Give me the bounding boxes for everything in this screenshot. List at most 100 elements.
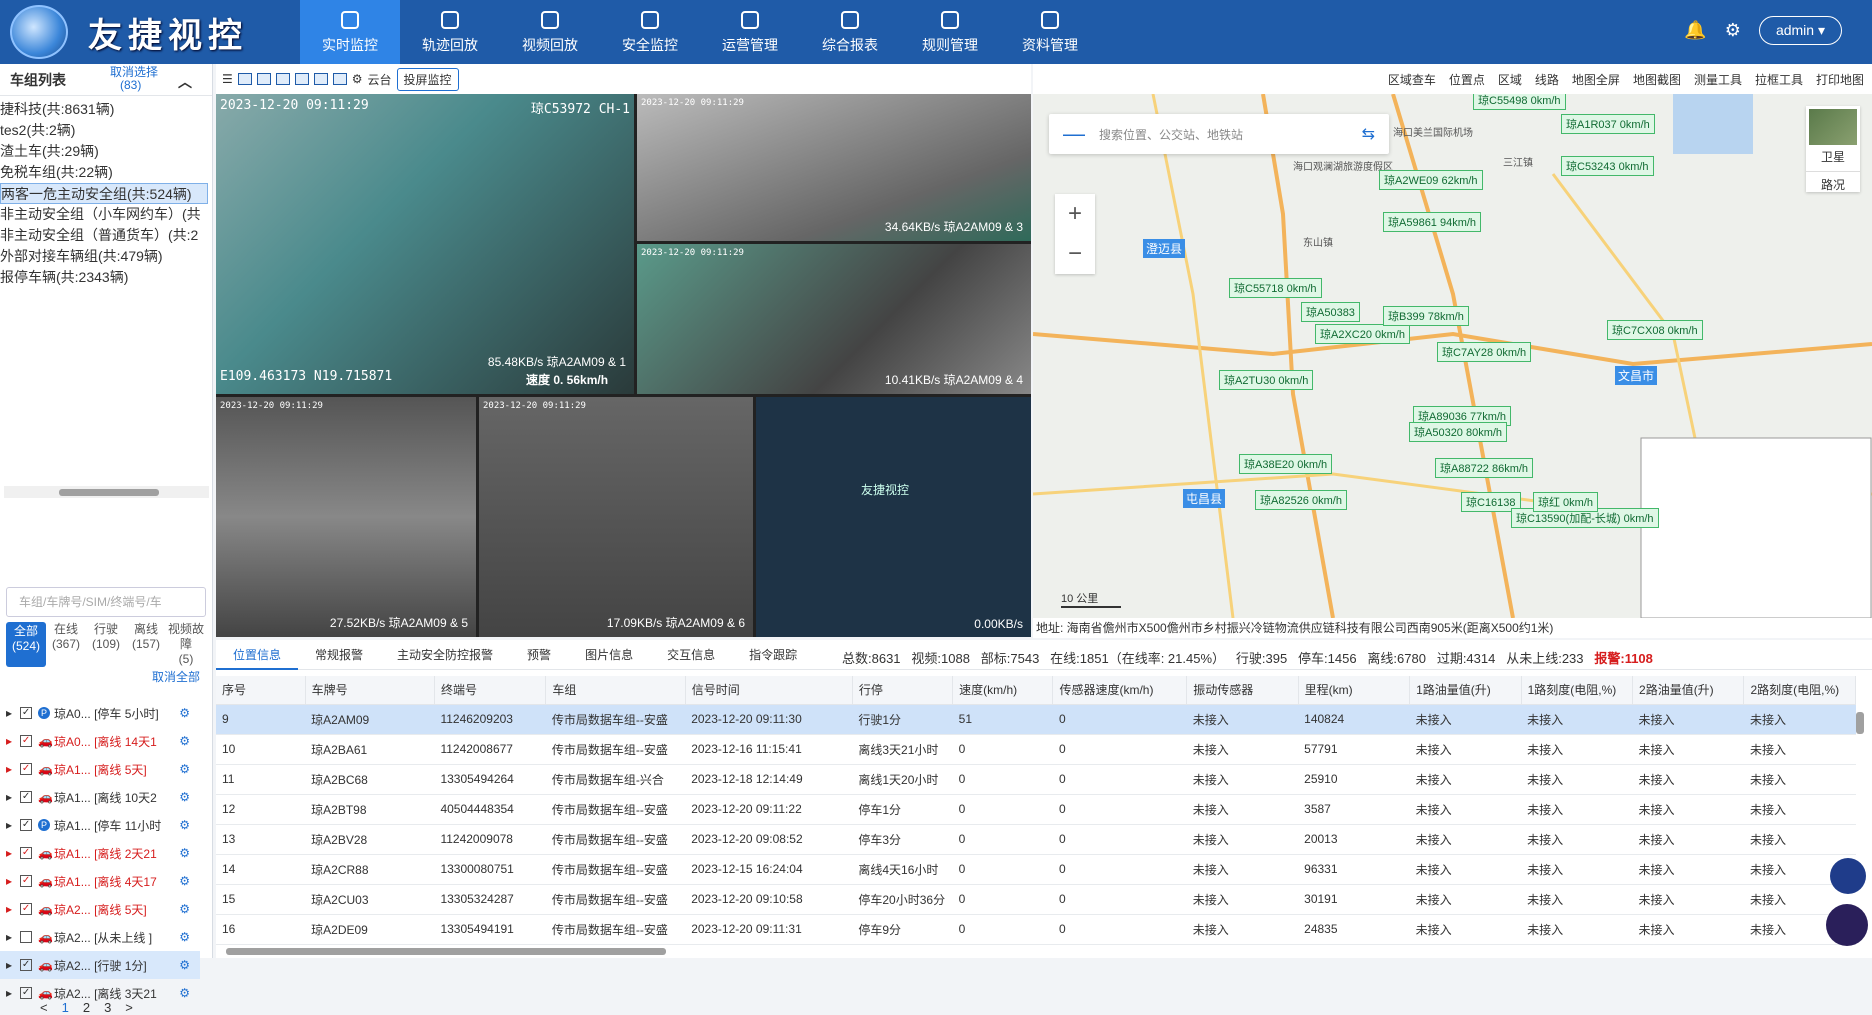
vehicle-checkbox[interactable]: ✓ — [20, 819, 33, 831]
vehicle-map-marker[interactable]: 琼A82526 0km/h — [1255, 490, 1347, 510]
map-tool-button[interactable]: 区域查车 — [1388, 71, 1436, 88]
collapse-icon[interactable]: ︿ — [178, 72, 192, 92]
gear-icon[interactable]: ⚙ — [179, 706, 190, 720]
filter-tab[interactable]: 离线 (157) — [126, 622, 166, 667]
group-item[interactable]: 非主动安全组（普通货车）(共:2 — [0, 225, 212, 246]
vehicle-map-marker[interactable]: 琼A1R037 0km/h — [1561, 114, 1655, 134]
page-button[interactable]: 1 — [62, 1000, 69, 1015]
vehicle-map-marker[interactable]: 琼A38E20 0km/h — [1239, 454, 1333, 474]
video-channel-1[interactable]: 2023-12-20 09:11:29 琼C53972 CH-1 E109.46… — [216, 94, 634, 394]
expand-icon[interactable]: ▸ — [6, 986, 12, 1000]
column-header[interactable]: 传感器速度(km/h) — [1052, 676, 1188, 705]
cancel-all-link[interactable]: 取消全部 — [152, 668, 200, 685]
group-item[interactable]: 非主动安全组（小车网约车）(共 — [0, 204, 212, 225]
ptz-label[interactable]: 云台 — [368, 71, 392, 88]
expand-icon[interactable]: ▸ — [6, 706, 12, 720]
nav-item-1[interactable]: 轨迹回放 — [400, 0, 500, 64]
column-header[interactable]: 里程(km) — [1298, 676, 1411, 705]
gear-icon[interactable]: ⚙ — [179, 930, 190, 944]
vehicle-row[interactable]: ▸ ✓ 🚗 琼A2... [行驶 1分] ⚙ — [0, 951, 200, 979]
nav-item-2[interactable]: 视频回放 — [500, 0, 600, 64]
video-channel-empty[interactable]: 友捷视控 0.00KB/s — [756, 397, 1031, 637]
gear-icon[interactable]: ⚙ — [1725, 20, 1741, 41]
column-header[interactable]: 车牌号 — [305, 676, 435, 705]
zoom-in-button[interactable]: + — [1055, 194, 1095, 234]
bottom-tab[interactable]: 交互信息 — [650, 640, 732, 670]
page-button[interactable]: > — [125, 1000, 133, 1015]
bottom-tab[interactable]: 主动安全防控报警 — [380, 640, 510, 670]
gear-icon[interactable]: ⚙ — [179, 874, 190, 888]
layout-16-icon[interactable] — [313, 73, 328, 85]
vehicle-checkbox[interactable]: ✓ — [20, 847, 33, 859]
vehicle-checkbox[interactable]: ✓ — [20, 959, 33, 971]
gear-icon[interactable]: ⚙ — [179, 902, 190, 916]
bottom-tab[interactable]: 常规报警 — [298, 640, 380, 670]
table-row[interactable]: 14 琼A2CR88 13300080751 传市局数据车组--安盛 2023-12-1… — [216, 854, 1856, 885]
gear-icon[interactable]: ⚙ — [179, 762, 190, 776]
vehicle-checkbox[interactable]: ✓ — [20, 735, 33, 747]
bottom-tab[interactable]: 图片信息 — [568, 640, 650, 670]
expand-icon[interactable]: ▸ — [6, 930, 12, 944]
cast-monitor-button[interactable]: 投屏监控 — [396, 67, 459, 91]
expand-icon[interactable]: ▸ — [6, 762, 12, 776]
horizontal-scrollbar[interactable] — [4, 486, 209, 498]
vehicle-map-marker[interactable]: 琼C55498 0km/h — [1473, 94, 1566, 110]
vehicle-row[interactable]: ▸ ✓ P 琼A0... [停车 5小时] ⚙ — [0, 699, 200, 727]
column-header[interactable]: 1路刻度(电阻,%) — [1521, 676, 1634, 705]
assistant-float-button[interactable] — [1830, 858, 1866, 894]
vehicle-map-marker[interactable]: 琼A50383 — [1301, 302, 1360, 322]
expand-icon[interactable]: ▸ — [6, 958, 12, 972]
gear-icon[interactable]: ⚙ — [179, 790, 190, 804]
expand-icon[interactable]: ▸ — [6, 846, 12, 860]
vehicle-map-marker[interactable]: 琼A2TU30 0km/h — [1219, 370, 1314, 390]
vehicle-map-marker[interactable]: 琼红 0km/h — [1533, 492, 1599, 512]
nav-item-4[interactable]: 运营管理 — [700, 0, 800, 64]
expand-icon[interactable]: ▸ — [6, 790, 12, 804]
vehicle-checkbox[interactable]: ✓ — [20, 763, 33, 775]
expand-icon[interactable]: ▸ — [6, 734, 12, 748]
column-header[interactable]: 车组 — [545, 676, 686, 705]
gear-icon[interactable]: ⚙ — [352, 72, 363, 86]
vehicle-row[interactable]: ▸ ✓ 🚗 琼A2... [离线 5天] ⚙ — [0, 895, 200, 923]
page-button[interactable]: < — [40, 1000, 48, 1015]
vehicle-checkbox[interactable] — [20, 931, 33, 943]
gear-icon[interactable]: ⚙ — [179, 986, 190, 1000]
vehicle-map-marker[interactable]: 琼A50320 80km/h — [1409, 422, 1508, 442]
table-row[interactable]: 15 琼A2CU03 13305324287 传市局数据车组--安盛 2023-12-2… — [216, 884, 1856, 915]
column-header[interactable]: 振动传感器 — [1186, 676, 1299, 705]
map-tool-button[interactable]: 地图全屏 — [1572, 71, 1620, 88]
map-tool-button[interactable]: 线路 — [1535, 71, 1559, 88]
column-header[interactable]: 2路刻度(电阻,%) — [1743, 676, 1856, 705]
group-item[interactable]: 报停车辆(共:2343辆) — [0, 267, 212, 288]
map-tool-button[interactable]: 位置点 — [1449, 71, 1485, 88]
nav-item-6[interactable]: 规则管理 — [900, 0, 1000, 64]
vehicle-map-marker[interactable]: 琼A2XC20 0km/h — [1315, 324, 1410, 344]
cancel-select-link[interactable]: 取消选择 (83) — [110, 66, 158, 92]
table-horizontal-scrollbar[interactable] — [226, 946, 1846, 956]
group-item[interactable]: 渣土车(共:29辆) — [0, 141, 212, 162]
vehicle-row[interactable]: ▸ ✓ 🚗 琼A0... [离线 14天1 ⚙ — [0, 727, 200, 755]
nav-item-3[interactable]: 安全监控 — [600, 0, 700, 64]
vehicle-row[interactable]: ▸ ✓ 🚗 琼A1... [离线 10天2 ⚙ — [0, 783, 200, 811]
map-search-box[interactable]: — 搜索位置、公交站、地铁站 ⇆ — [1049, 114, 1389, 154]
column-header[interactable]: 1路油量值(升) — [1409, 676, 1522, 705]
bell-icon[interactable]: 🔔 — [1684, 20, 1706, 41]
group-item[interactable]: tes2(共:2辆) — [0, 120, 212, 141]
menu-icon[interactable]: ☰ — [222, 72, 233, 86]
video-channel-5[interactable]: 2023-12-20 09:11:29 27.52KB/s 琼A2AM09 & … — [216, 397, 476, 637]
vehicle-map-marker[interactable]: 琼C55718 0km/h — [1229, 278, 1322, 298]
user-menu[interactable]: admin ▾ — [1758, 16, 1842, 45]
gear-icon[interactable]: ⚙ — [179, 818, 190, 832]
layout-1-icon[interactable] — [237, 73, 252, 85]
video-channel-3[interactable]: 2023-12-20 09:11:29 34.64KB/s 琼A2AM09 & … — [637, 94, 1031, 241]
table-row[interactable]: 13 琼A2BV28 11242009078 传市局数据车组--安盛 2023-12-2… — [216, 824, 1856, 855]
video-channel-6[interactable]: 2023-12-20 09:11:29 17.09KB/s 琼A2AM09 & … — [479, 397, 753, 637]
table-row[interactable]: 10 琼A2BA61 11242008677 传市局数据车组--安盛 2023-12-1… — [216, 734, 1856, 765]
column-header[interactable]: 终端号 — [434, 676, 547, 705]
vehicle-row[interactable]: ▸ ✓ 🚗 琼A1... [离线 4天17 ⚙ — [0, 867, 200, 895]
zoom-out-button[interactable]: − — [1055, 234, 1095, 274]
vehicle-checkbox[interactable]: ✓ — [20, 987, 33, 999]
vehicle-row[interactable]: ▸ 🚗 琼A2... [从未上线 ] ⚙ — [0, 923, 200, 951]
gear-icon[interactable]: ⚙ — [179, 958, 190, 972]
column-header[interactable]: 行停 — [852, 676, 954, 705]
